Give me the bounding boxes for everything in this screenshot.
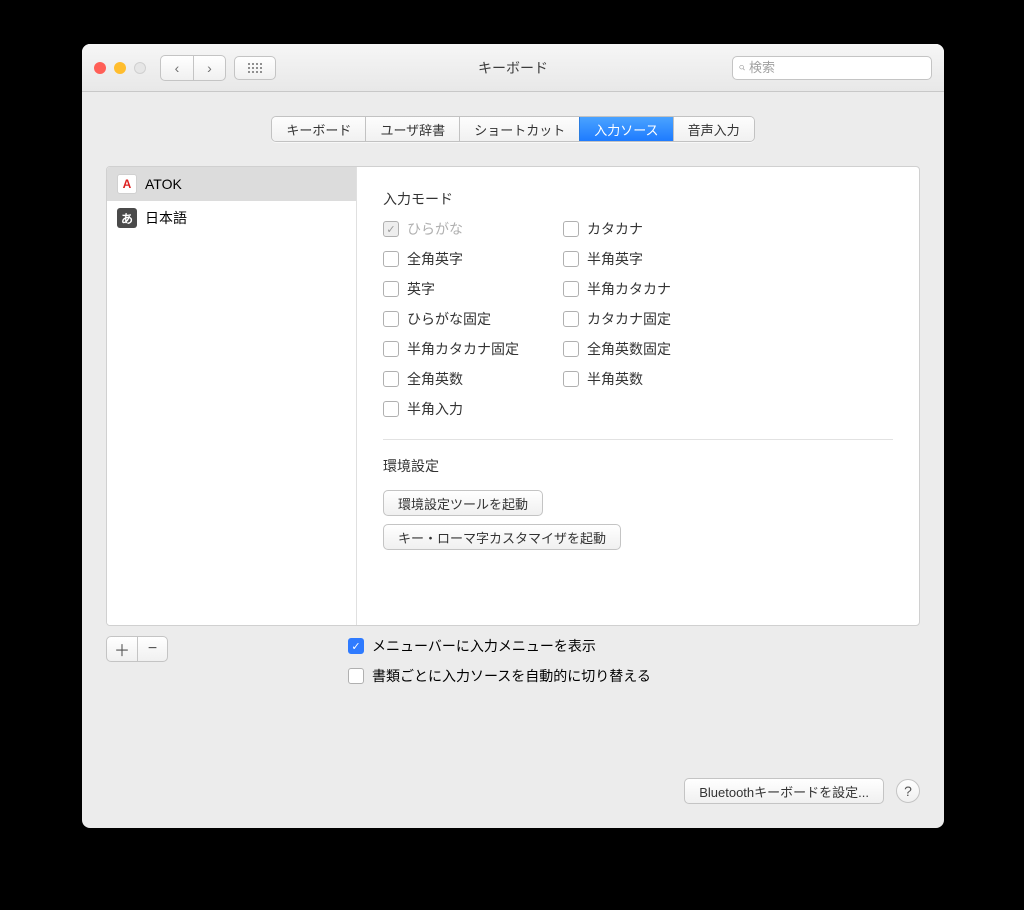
grid-icon [248,63,262,73]
mode-fullwidth-alpha[interactable]: ✓全角英字 [383,249,563,269]
separator [383,439,893,440]
tab-input-sources[interactable]: 入力ソース [579,117,672,141]
launch-customizer-button[interactable]: キー・ローマ字カスタマイザを起動 [383,524,621,550]
mode-full-alnum-lock[interactable]: ✓全角英数固定 [563,339,743,359]
add-remove-buttons: ＋ − [106,636,168,662]
footer: Bluetoothキーボードを設定... ? [106,758,920,812]
launch-prefs-tool-button[interactable]: 環境設定ツールを起動 [383,490,543,516]
input-source-list: A ATOK あ 日本語 [107,167,357,625]
prefs-title: 環境設定 [383,456,893,476]
source-label: ATOK [145,176,182,192]
mode-halfwidth-katakana[interactable]: ✓半角カタカナ [563,279,743,299]
close-icon[interactable] [94,62,106,74]
bluetooth-keyboard-button[interactable]: Bluetoothキーボードを設定... [684,778,884,804]
source-item-japanese[interactable]: あ 日本語 [107,201,356,235]
detail-panel: 入力モード ✓ひらがな ✓カタカナ ✓全角英字 ✓半角英字 ✓英字 ✓半角カタカ… [357,167,919,625]
window-body: キーボード ユーザ辞書 ショートカット 入力ソース 音声入力 A ATOK あ … [82,92,944,828]
search-icon [739,61,745,74]
show-input-menu-checkbox[interactable]: ✓ メニューバーに入力メニューを表示 [348,636,651,656]
titlebar: ‹ › キーボード [82,44,944,92]
help-button[interactable]: ? [896,779,920,803]
add-source-button[interactable]: ＋ [107,637,137,661]
tab-segments: キーボード ユーザ辞書 ショートカット 入力ソース 音声入力 [271,116,754,142]
mode-half-input[interactable]: ✓半角入力 [383,399,563,419]
content-panes: A ATOK あ 日本語 入力モード ✓ひらがな ✓カタカナ ✓全角英字 ✓半角… [106,166,920,626]
global-options: ✓ メニューバーに入力メニューを表示 ✓ 書類ごとに入力ソースを自動的に切り替え… [348,636,651,696]
auto-switch-checkbox[interactable]: ✓ 書類ごとに入力ソースを自動的に切り替える [348,666,651,686]
zoom-icon[interactable] [134,62,146,74]
mode-alpha[interactable]: ✓英字 [383,279,563,299]
mode-halfwidth-alpha[interactable]: ✓半角英字 [563,249,743,269]
tab-user-dictionary[interactable]: ユーザ辞書 [365,117,459,141]
input-mode-title: 入力モード [383,189,893,209]
japanese-icon: あ [117,208,137,228]
traffic-lights [94,62,146,74]
search-input[interactable] [749,60,925,75]
tab-dictation[interactable]: 音声入力 [673,117,754,141]
mode-hiragana-lock[interactable]: ✓ひらがな固定 [383,309,563,329]
input-mode-grid: ✓ひらがな ✓カタカナ ✓全角英字 ✓半角英字 ✓英字 ✓半角カタカナ ✓ひらが… [383,219,893,419]
mode-full-alnum[interactable]: ✓全角英数 [383,369,563,389]
tab-shortcuts[interactable]: ショートカット [459,117,579,141]
show-all-button[interactable] [234,56,276,80]
mode-katakana[interactable]: ✓カタカナ [563,219,743,239]
preferences-window: ‹ › キーボード キーボード ユーザ辞書 ショートカット 入力ソース 音声入力 [82,44,944,828]
nav-buttons: ‹ › [160,55,226,81]
mode-half-alnum[interactable]: ✓半角英数 [563,369,743,389]
mode-katakana-lock[interactable]: ✓カタカナ固定 [563,309,743,329]
tab-bar: キーボード ユーザ辞書 ショートカット 入力ソース 音声入力 [106,116,920,142]
back-button[interactable]: ‹ [161,56,193,80]
below-panes: ＋ − ✓ メニューバーに入力メニューを表示 ✓ 書類ごとに入力ソースを自動的に… [106,636,920,696]
mode-half-katakana-lock[interactable]: ✓半角カタカナ固定 [383,339,563,359]
minimize-icon[interactable] [114,62,126,74]
forward-button[interactable]: › [193,56,225,80]
mode-hiragana: ✓ひらがな [383,219,563,239]
remove-source-button[interactable]: − [137,637,167,661]
source-label: 日本語 [145,208,187,228]
source-item-atok[interactable]: A ATOK [107,167,356,201]
tab-keyboard[interactable]: キーボード [272,117,365,141]
search-field[interactable] [732,56,932,80]
atok-icon: A [117,174,137,194]
